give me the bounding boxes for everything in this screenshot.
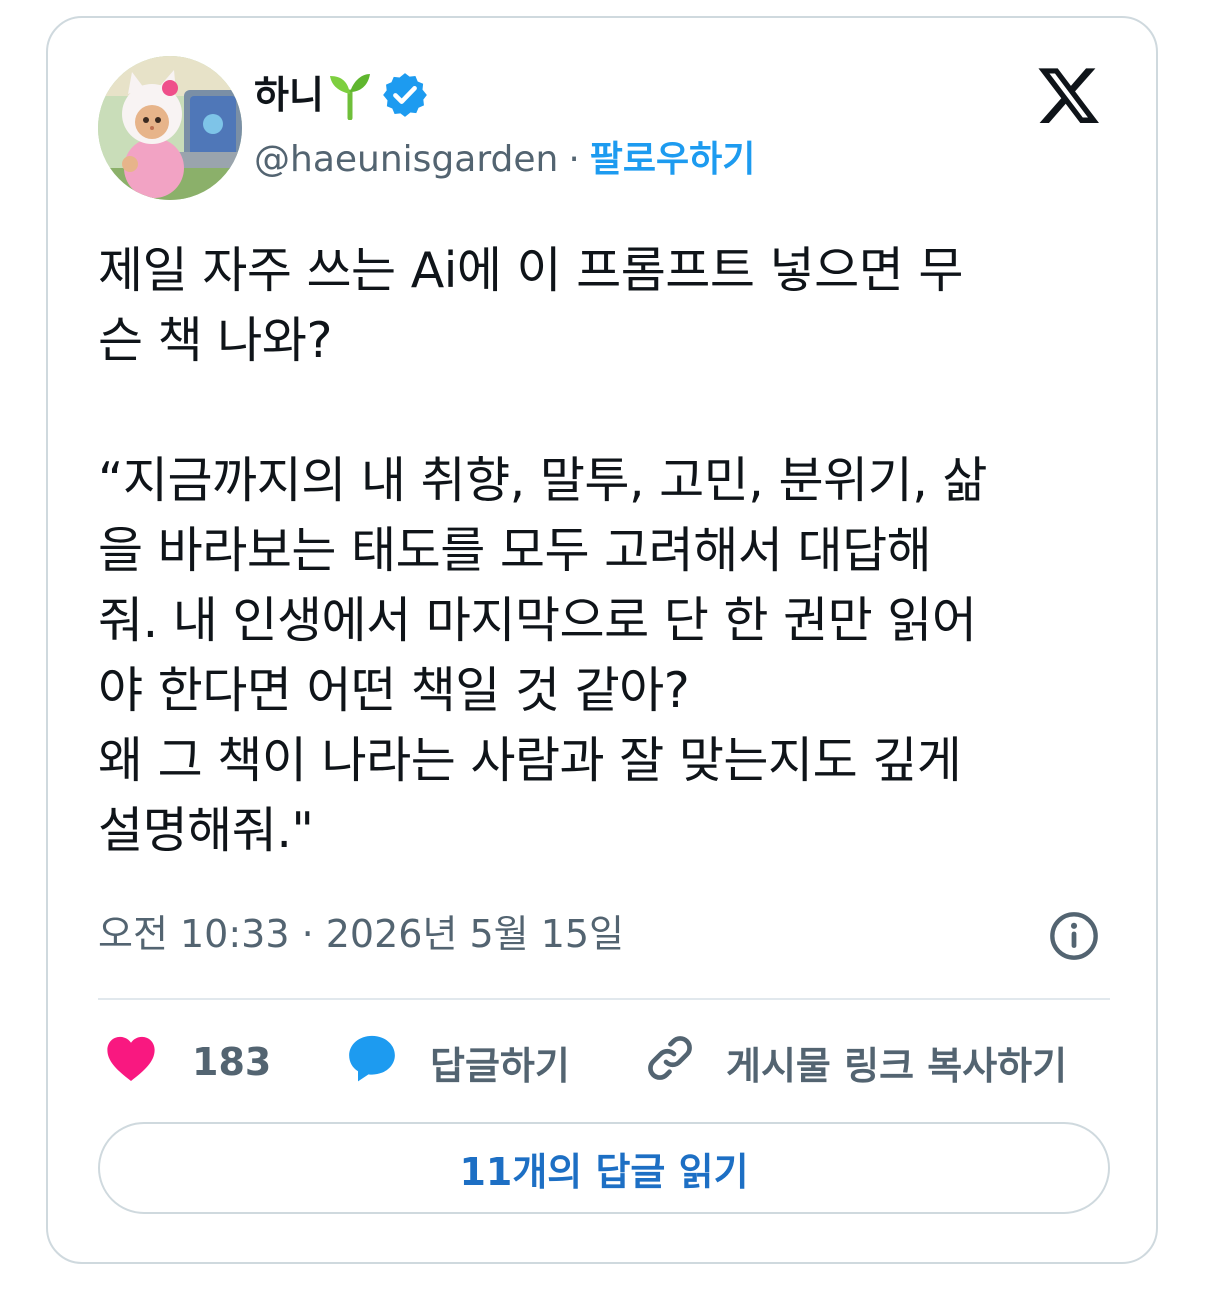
tweet-text: 제일 자주 쓰는 Ai에 이 프롬프트 넣으면 무 슨 책 나와? “지금까지의… xyxy=(98,242,987,859)
avatar-image xyxy=(98,56,242,200)
copy-link-button[interactable]: 게시물 링크 복사하기 xyxy=(642,1034,1067,1090)
separator-dot: · xyxy=(568,139,580,180)
author-handle[interactable]: @haeunisgarden xyxy=(254,136,558,184)
copy-link-label: 게시물 링크 복사하기 xyxy=(726,1043,1068,1088)
author-handle-row: @haeunisgarden · 팔로우하기 xyxy=(254,136,755,184)
avatar[interactable] xyxy=(98,56,242,200)
sprout-emoji-icon xyxy=(328,70,372,121)
heart-icon xyxy=(104,1033,158,1092)
info-icon[interactable] xyxy=(1048,910,1100,962)
author-display-name[interactable]: 하니 xyxy=(254,71,324,119)
follow-button[interactable]: 팔로우하기 xyxy=(590,136,756,184)
verified-badge-icon xyxy=(380,70,430,120)
action-bar: 183 답글하기 게시물 링크 복사하기 xyxy=(104,1034,1114,1090)
like-button[interactable]: 183 xyxy=(104,1034,271,1090)
read-replies-label: 11개의 답글 읽기 xyxy=(459,1149,749,1194)
read-replies-button[interactable]: 11개의 답글 읽기 xyxy=(98,1122,1110,1214)
link-icon xyxy=(642,1030,698,1095)
reply-label: 답글하기 xyxy=(430,1043,570,1088)
reply-button[interactable]: 답글하기 xyxy=(344,1034,570,1090)
x-logo-icon[interactable] xyxy=(1036,62,1102,128)
like-count: 183 xyxy=(192,1040,272,1084)
divider xyxy=(98,998,1110,1000)
tweet-timestamp[interactable]: 오전 10:33 · 2026년 5월 15일 xyxy=(98,910,624,958)
tweet-card: 하니 @haeunisgarden · 팔로우하기 제일 자주 쓰는 Ai에 이… xyxy=(46,16,1158,1264)
author-name-row[interactable]: 하니 xyxy=(254,70,430,121)
speech-bubble-icon xyxy=(344,1030,400,1095)
